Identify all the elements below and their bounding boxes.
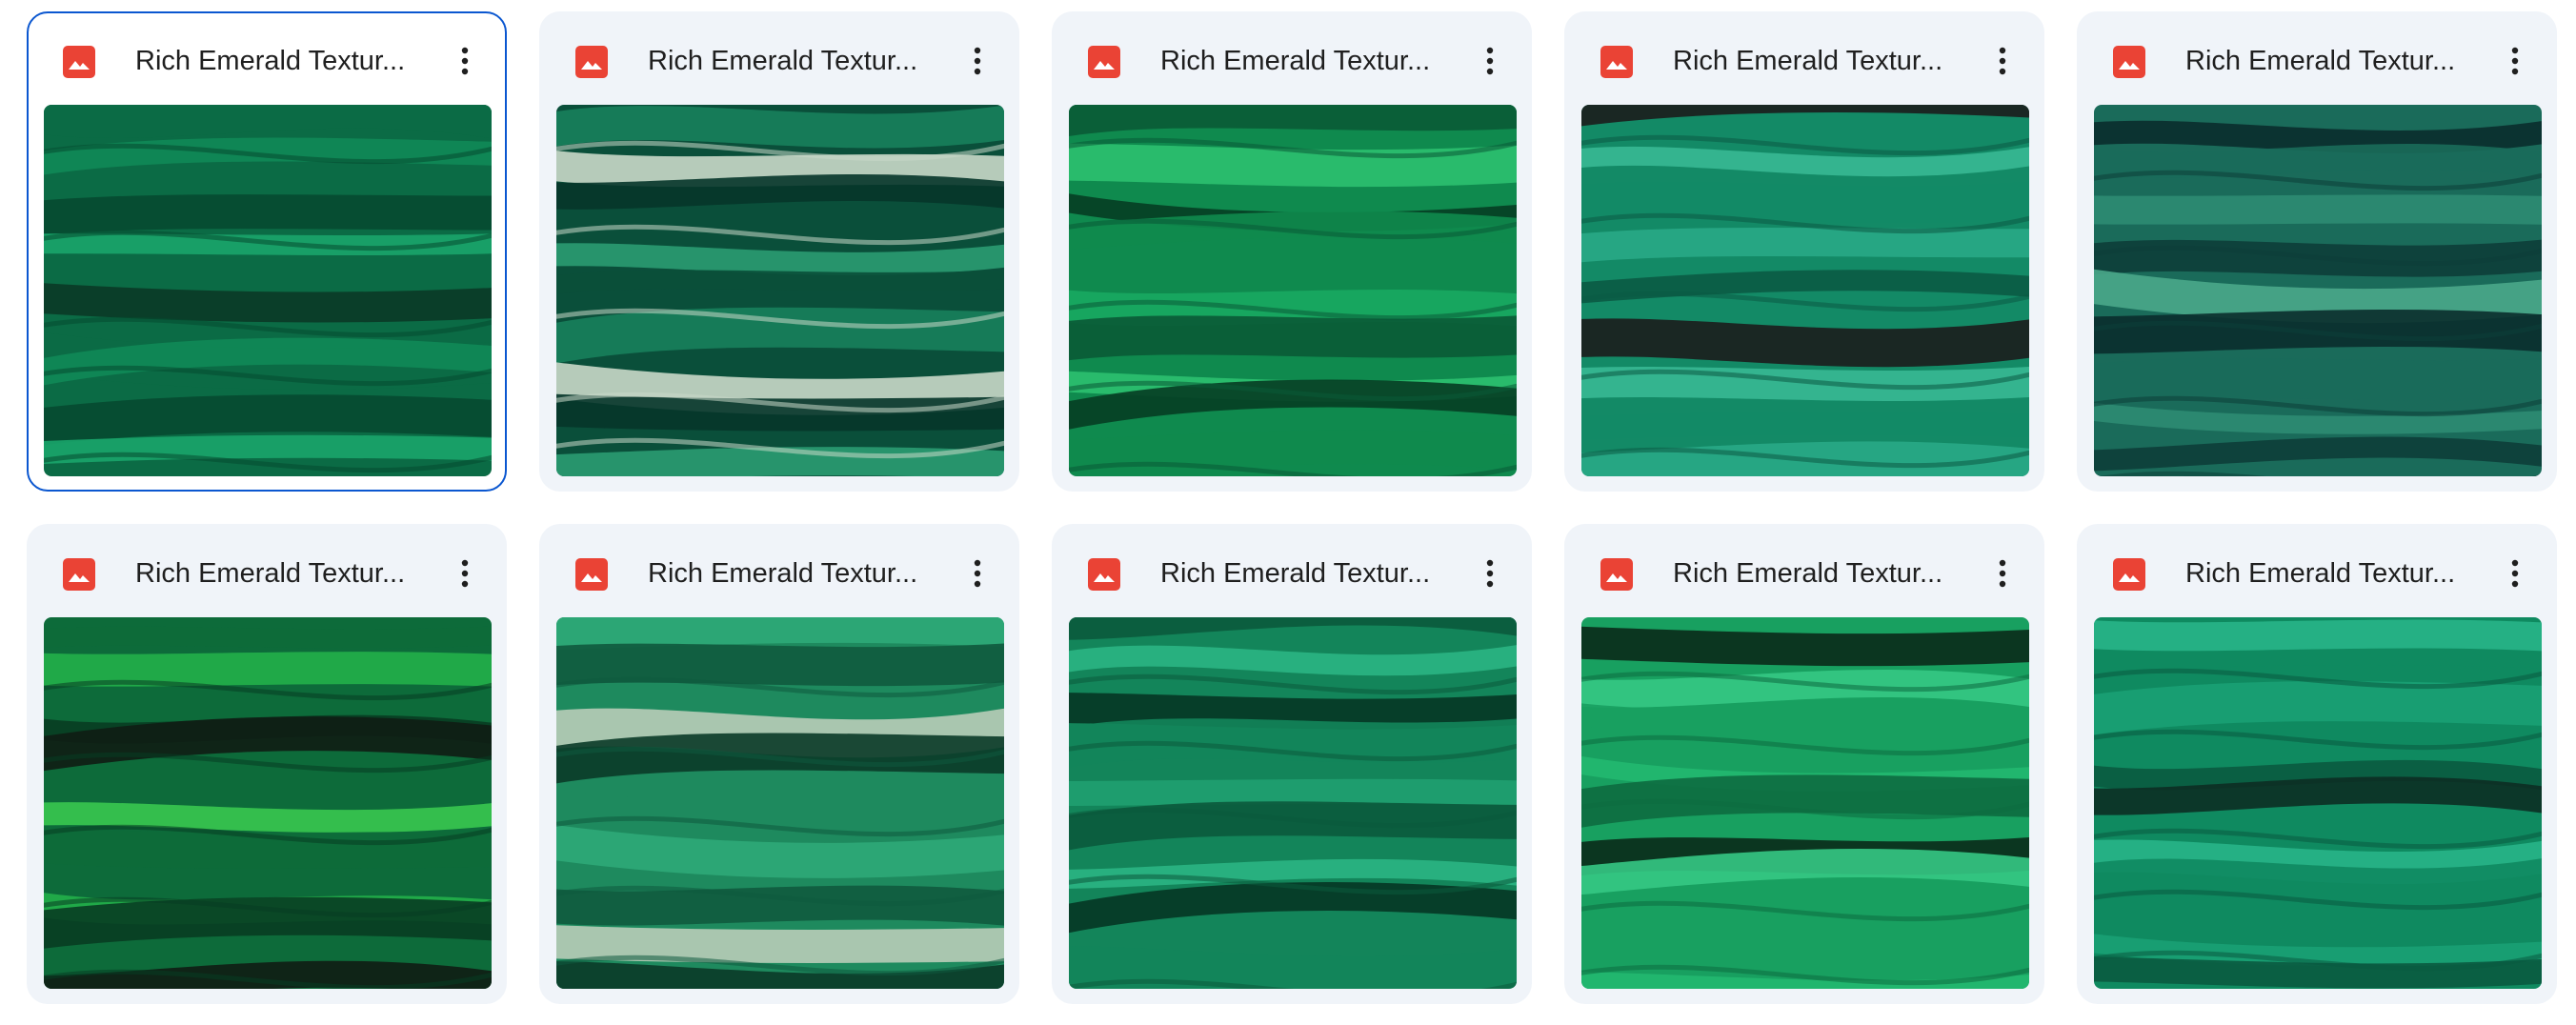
more-actions-button[interactable]: [2492, 551, 2538, 596]
more-actions-button[interactable]: [442, 38, 488, 84]
file-name: Rich Emerald Textur...: [2185, 46, 2456, 76]
image-file-icon: [1600, 558, 1633, 591]
more-actions-button[interactable]: [955, 551, 1000, 596]
file-card-header: Rich Emerald Textur...: [1054, 13, 1530, 103]
image-file-icon: [1600, 46, 1633, 78]
file-name: Rich Emerald Textur...: [648, 558, 918, 589]
more-vert-icon: [1999, 559, 2006, 588]
file-thumbnail: [1069, 105, 1517, 476]
more-vert-icon: [1486, 47, 1494, 75]
file-thumbnail: [1069, 617, 1517, 989]
image-file-icon: [2113, 558, 2145, 591]
more-actions-button[interactable]: [1980, 38, 2025, 84]
image-file-icon: [1088, 46, 1120, 78]
file-card-header: Rich Emerald Textur...: [541, 526, 1017, 615]
file-card[interactable]: Rich Emerald Textur...: [1564, 11, 2044, 492]
more-actions-button[interactable]: [442, 551, 488, 596]
file-card-header: Rich Emerald Textur...: [1054, 526, 1530, 615]
more-actions-button[interactable]: [955, 38, 1000, 84]
more-actions-button[interactable]: [2492, 38, 2538, 84]
file-name: Rich Emerald Textur...: [648, 46, 918, 76]
file-name: Rich Emerald Textur...: [1160, 46, 1431, 76]
file-card[interactable]: Rich Emerald Textur...: [2077, 11, 2557, 492]
file-card-header: Rich Emerald Textur...: [1566, 13, 2043, 103]
file-card-header: Rich Emerald Textur...: [541, 13, 1017, 103]
file-grid: Rich Emerald Textur... Rich Emerald Textu…: [27, 11, 2557, 1004]
more-vert-icon: [1999, 47, 2006, 75]
more-actions-button[interactable]: [1980, 551, 2025, 596]
image-file-icon: [2113, 46, 2145, 78]
file-thumbnail: [1581, 617, 2029, 989]
file-card-header: Rich Emerald Textur...: [1566, 526, 2043, 615]
file-card-header: Rich Emerald Textur...: [29, 13, 505, 103]
file-name: Rich Emerald Textur...: [135, 46, 406, 76]
more-vert-icon: [2511, 47, 2519, 75]
file-name: Rich Emerald Textur...: [135, 558, 406, 589]
file-card-header: Rich Emerald Textur...: [2079, 13, 2555, 103]
file-card[interactable]: Rich Emerald Textur...: [539, 11, 1019, 492]
file-card[interactable]: Rich Emerald Textur...: [27, 524, 507, 1004]
image-file-icon: [63, 46, 95, 78]
file-card[interactable]: Rich Emerald Textur...: [1052, 11, 1532, 492]
more-vert-icon: [1486, 559, 1494, 588]
file-name: Rich Emerald Textur...: [1160, 558, 1431, 589]
more-vert-icon: [461, 559, 469, 588]
file-name: Rich Emerald Textur...: [1673, 46, 1943, 76]
file-card[interactable]: Rich Emerald Textur...: [1052, 524, 1532, 1004]
file-thumbnail: [44, 105, 492, 476]
file-card-header: Rich Emerald Textur...: [2079, 526, 2555, 615]
image-file-icon: [1088, 558, 1120, 591]
file-thumbnail: [2094, 617, 2542, 989]
more-vert-icon: [461, 47, 469, 75]
file-card[interactable]: Rich Emerald Textur...: [1564, 524, 2044, 1004]
file-thumbnail: [1581, 105, 2029, 476]
file-card[interactable]: Rich Emerald Textur...: [27, 11, 507, 492]
file-thumbnail: [2094, 105, 2542, 476]
file-thumbnail: [556, 617, 1004, 989]
more-vert-icon: [974, 559, 981, 588]
more-actions-button[interactable]: [1467, 38, 1513, 84]
more-actions-button[interactable]: [1467, 551, 1513, 596]
image-file-icon: [575, 558, 608, 591]
image-file-icon: [63, 558, 95, 591]
file-name: Rich Emerald Textur...: [2185, 558, 2456, 589]
more-vert-icon: [974, 47, 981, 75]
file-card[interactable]: Rich Emerald Textur...: [2077, 524, 2557, 1004]
more-vert-icon: [2511, 559, 2519, 588]
file-name: Rich Emerald Textur...: [1673, 558, 1943, 589]
file-thumbnail: [44, 617, 492, 989]
file-card-header: Rich Emerald Textur...: [29, 526, 505, 615]
file-card[interactable]: Rich Emerald Textur...: [539, 524, 1019, 1004]
file-thumbnail: [556, 105, 1004, 476]
image-file-icon: [575, 46, 608, 78]
